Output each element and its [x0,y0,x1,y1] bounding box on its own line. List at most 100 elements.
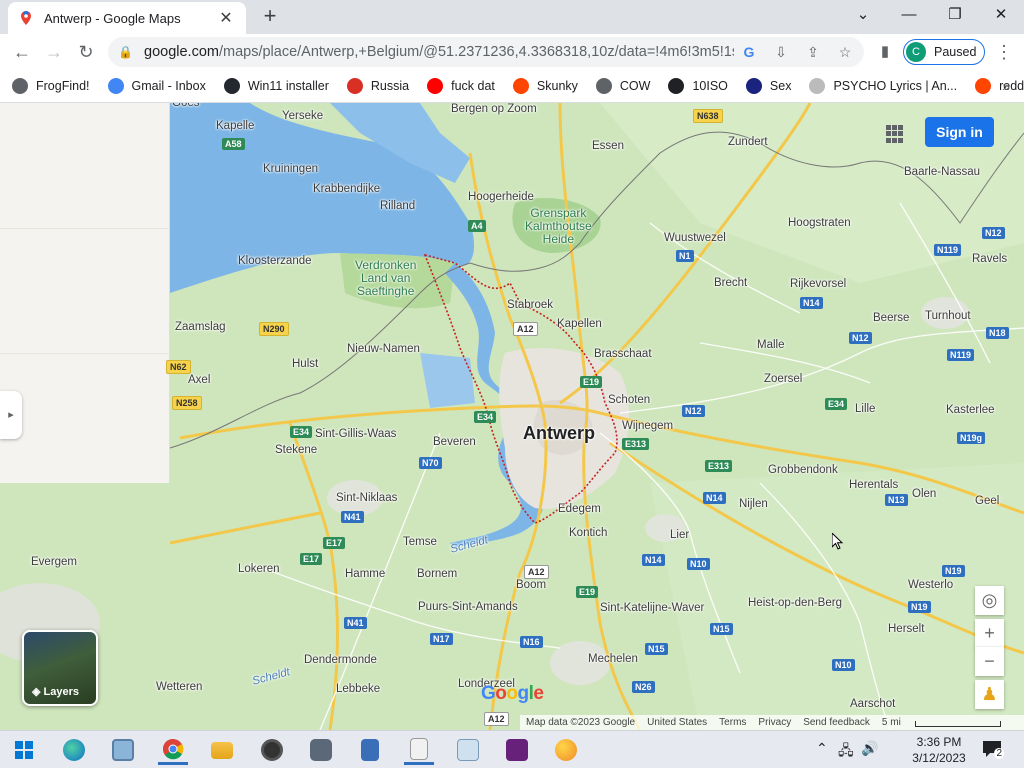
google-apps-grid-icon[interactable] [886,125,904,143]
browser-app-icon[interactable] [551,735,581,765]
layers-button[interactable]: ◈ Layers [22,630,98,706]
place-label[interactable]: Yerseke [282,110,323,122]
place-label[interactable]: Dendermonde [304,654,377,666]
park-label[interactable]: Grenspark Kalmthoutse Heide [525,207,592,246]
place-label[interactable]: Aarschot [850,698,895,710]
place-label[interactable]: Mechelen [588,653,638,665]
url-text[interactable]: google.com/maps/place/Antwerp,+Belgium/@… [144,44,734,60]
place-label[interactable]: Herentals [849,479,898,491]
show-hidden-icons-chevron-icon[interactable]: ⌃ [816,740,828,757]
place-label[interactable]: Baarle-Nassau [904,166,980,178]
privacy-link[interactable]: Privacy [758,717,791,728]
edge-icon[interactable] [59,735,89,765]
terms-link[interactable]: Terms [719,717,746,728]
place-label[interactable]: Hoogerheide [468,191,534,203]
send-feedback-link[interactable]: Send feedback [803,717,870,728]
profile-button[interactable]: C Paused [903,39,985,65]
bookmark-item[interactable]: COW [595,78,650,94]
close-tab-icon[interactable]: ✕ [216,8,236,28]
network-icon[interactable]: 🖧 [838,740,854,764]
place-label[interactable]: Ravels [972,253,1007,265]
place-label[interactable]: Brecht [714,277,747,289]
place-label[interactable]: Zoersel [764,373,802,385]
share-icon[interactable]: ⇪ [804,43,822,61]
place-label[interactable]: Grobbendonk [768,464,838,476]
place-label[interactable]: Edegem [558,503,601,515]
place-label[interactable]: Kontich [569,527,607,539]
place-label[interactable]: Sint-Gillis-Waas [315,428,396,440]
camera-icon[interactable] [306,735,336,765]
place-label[interactable]: Rilland [380,200,415,212]
side-panel-icon[interactable]: ▮ [871,38,899,66]
minimize-button[interactable]: — [886,0,932,30]
place-label[interactable]: Kapellen [557,318,602,330]
google-lens-icon[interactable]: G [740,43,758,61]
chrome-icon[interactable] [158,735,188,765]
place-label[interactable]: Goes [172,103,200,109]
place-label[interactable]: Stabroek [507,299,553,311]
bookmark-item[interactable]: reddit [975,78,1024,94]
reload-button[interactable]: ↻ [72,38,100,66]
expand-panel-button[interactable]: ▸ [0,391,22,439]
pegman-street-view-icon[interactable]: ♟ [975,680,1004,709]
park-label[interactable]: Verdronken Land van Saeftinghe [355,259,416,298]
new-tab-button[interactable]: + [258,5,282,29]
close-window-button[interactable]: ✕ [978,0,1024,30]
place-label[interactable]: Lokeren [238,563,280,575]
bookmark-item[interactable]: Gmail - Inbox [107,78,206,94]
lock-icon[interactable]: 🔒 [118,45,134,59]
my-location-button[interactable]: ◎ [975,586,1004,615]
visual-studio-icon[interactable] [502,735,532,765]
place-label[interactable]: Zundert [728,136,768,148]
place-label[interactable]: Kruiningen [263,163,318,175]
place-label[interactable]: Axel [188,374,210,386]
place-label[interactable]: Nijlen [739,498,768,510]
place-label[interactable]: Puurs-Sint-Amands [418,601,518,613]
calculator-icon[interactable] [355,735,385,765]
map-canvas[interactable]: ▸ Goes Kapelle Yerseke Bergen op Zoom Essen Z… [0,103,1024,730]
back-button[interactable]: ← [8,38,36,66]
place-label[interactable]: Malle [757,339,784,351]
bookmark-item[interactable]: Sex [745,78,791,94]
place-label[interactable]: Hamme [345,568,385,580]
place-label[interactable]: Sint-Niklaas [336,492,397,504]
place-label[interactable]: Nieuw-Namen [347,343,420,355]
place-label[interactable]: Kasterlee [946,404,995,416]
place-label[interactable]: Zaamslag [175,321,226,333]
menu-kebab-icon[interactable]: ⋮ [990,38,1018,66]
place-label[interactable]: Boom [516,579,546,591]
place-label[interactable]: Westerlo [908,579,953,591]
address-bar[interactable]: 🔒 google.com/maps/place/Antwerp,+Belgium… [108,37,864,67]
place-label[interactable]: Rijkevorsel [790,278,846,290]
place-label[interactable]: Brasschaat [594,348,652,360]
place-label[interactable]: Krabbendijke [313,183,380,195]
place-label[interactable]: Stekene [275,444,317,456]
bookmark-item[interactable]: Win11 installer [223,78,329,94]
volume-icon[interactable]: 🔊 [861,740,878,757]
place-label[interactable]: Hulst [292,358,318,370]
place-label[interactable]: Kapelle [216,120,254,132]
bookmark-item[interactable]: fuck dat [427,78,495,94]
zoom-in-button[interactable]: + [975,619,1004,648]
image-viewer-icon[interactable] [108,735,138,765]
place-label[interactable]: Lille [855,403,875,415]
place-label[interactable]: Heist-op-den-Berg [748,597,842,609]
place-label[interactable]: Sint-Katelijne-Waver [600,602,704,614]
bookmark-item[interactable]: Skunky [512,78,578,94]
bookmark-item[interactable]: Russia [346,78,409,94]
forward-button[interactable]: → [40,38,68,66]
place-label[interactable]: Herselt [888,623,924,635]
record-app-icon[interactable] [257,735,287,765]
bookmark-item[interactable]: PSYCHO Lyrics | An... [809,78,957,94]
place-label[interactable]: Beveren [433,436,476,448]
place-label[interactable]: Hoogstraten [788,217,851,229]
place-label[interactable]: Temse [403,536,437,548]
system-clock[interactable]: 3:36 PM 3/12/2023 [906,734,972,766]
bookmark-star-icon[interactable]: ☆ [836,43,854,61]
tab-google-maps[interactable]: Antwerp - Google Maps ✕ [8,2,246,34]
document-tool-icon[interactable] [404,735,434,765]
zoom-out-button[interactable]: − [975,647,1004,676]
tab-search-chevron-icon[interactable]: ⌄ [840,0,886,30]
place-label[interactable]: Geel [975,495,999,507]
place-label[interactable]: Wetteren [156,681,202,693]
